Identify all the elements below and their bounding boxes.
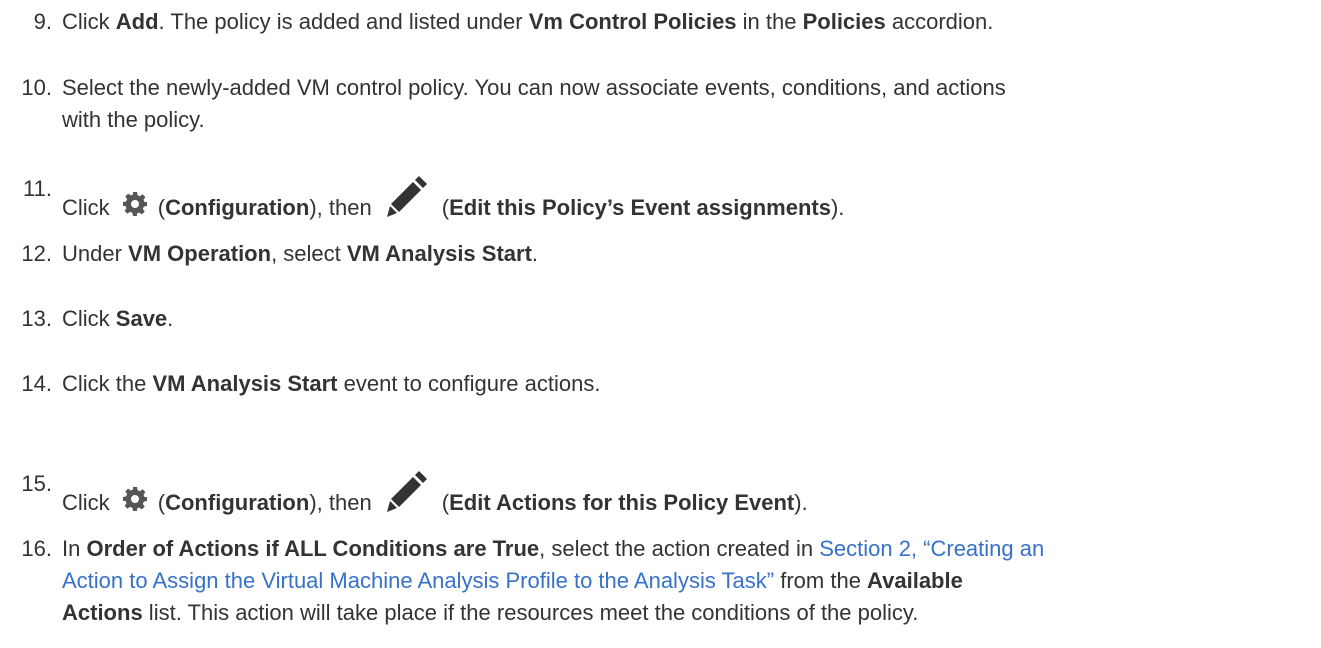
text-run: Click <box>62 195 116 220</box>
gear-icon <box>122 191 148 217</box>
ui-term-vm-analysis-start: VM Analysis Start <box>346 241 532 266</box>
ui-term-vm-operation: VM Operation <box>128 241 272 266</box>
step-text: Click the VM Analysis Start event to con… <box>62 368 1297 400</box>
gear-icon <box>122 486 148 512</box>
text-run: accordion. <box>885 9 994 34</box>
step-number: 14. <box>21 371 52 396</box>
step-text: Click Save. <box>62 303 1297 335</box>
text-run: . <box>531 241 539 266</box>
text-run: in the <box>736 9 803 34</box>
text-run: . <box>167 306 174 331</box>
ui-term-edit-actions: Edit Actions for this Policy Event <box>449 490 795 515</box>
text-run: event to configure actions. <box>337 371 601 396</box>
step-number: 11. <box>23 176 52 201</box>
text-run: list. This action will take place if the… <box>142 600 919 625</box>
step-number: 16. <box>21 536 52 561</box>
ui-term-add: Add <box>115 9 159 34</box>
step-number: 9. <box>33 9 52 34</box>
step-text: In Order of Actions if ALL Conditions ar… <box>62 533 1297 629</box>
text-run: Click <box>62 306 116 331</box>
step-number: 13. <box>21 306 52 331</box>
step-text: Click Add. The policy is added and liste… <box>62 6 1297 38</box>
ui-term-vm-analysis-start: VM Analysis Start <box>152 371 338 396</box>
text-run: Click <box>62 490 116 515</box>
ui-term-available-actions: Actions <box>62 600 143 625</box>
step-text: Select the newly-added VM control policy… <box>62 72 1297 136</box>
text-run: Under <box>62 241 129 266</box>
step-number: 12. <box>21 241 52 266</box>
ui-term-configuration: Configuration <box>165 195 310 220</box>
step-text: Click (Configuration), then (Edit Action… <box>62 468 1297 519</box>
ui-term-edit-event-assignments: Edit this Policy’s Event assignments <box>449 195 831 220</box>
text-run: ( <box>157 490 166 515</box>
text-run: from the <box>774 568 868 593</box>
pencil-icon <box>382 173 430 221</box>
text-run: . The policy is added and listed under <box>158 9 529 34</box>
ui-term-save: Save <box>115 306 168 331</box>
text-run: , select <box>271 241 347 266</box>
step-number: 10. <box>21 75 52 100</box>
text-run: , select the action created in <box>539 536 820 561</box>
ui-term-vm-control-policies: Vm Control Policies <box>528 9 737 34</box>
text-run: In <box>62 536 87 561</box>
ui-term-order-of-actions: Order of Actions if ALL Conditions are T… <box>86 536 540 561</box>
text-run: ), then <box>309 490 378 515</box>
link-text: Action to Assign the Virtual Machine Ana… <box>62 568 775 593</box>
text-run: ). <box>830 195 845 220</box>
text-run: with the policy. <box>62 107 205 132</box>
text-run: ( <box>157 195 166 220</box>
ui-term-policies: Policies <box>802 9 886 34</box>
pencil-icon <box>382 468 430 516</box>
ui-term-available-actions: Available <box>867 568 963 593</box>
link-text: Section 2, “Creating an <box>819 536 1045 561</box>
text-run: Select the newly-added VM control policy… <box>62 75 1006 100</box>
step-text: Click (Configuration), then (Edit this P… <box>62 173 1297 224</box>
text-run: Click <box>62 9 116 34</box>
step-number: 15. <box>21 471 52 496</box>
step-text: Under VM Operation, select VM Analysis S… <box>62 238 1297 270</box>
text-run: ). <box>794 490 808 515</box>
text-run: Click the <box>62 371 153 396</box>
ui-term-configuration: Configuration <box>165 490 310 515</box>
text-run: ), then <box>309 195 378 220</box>
